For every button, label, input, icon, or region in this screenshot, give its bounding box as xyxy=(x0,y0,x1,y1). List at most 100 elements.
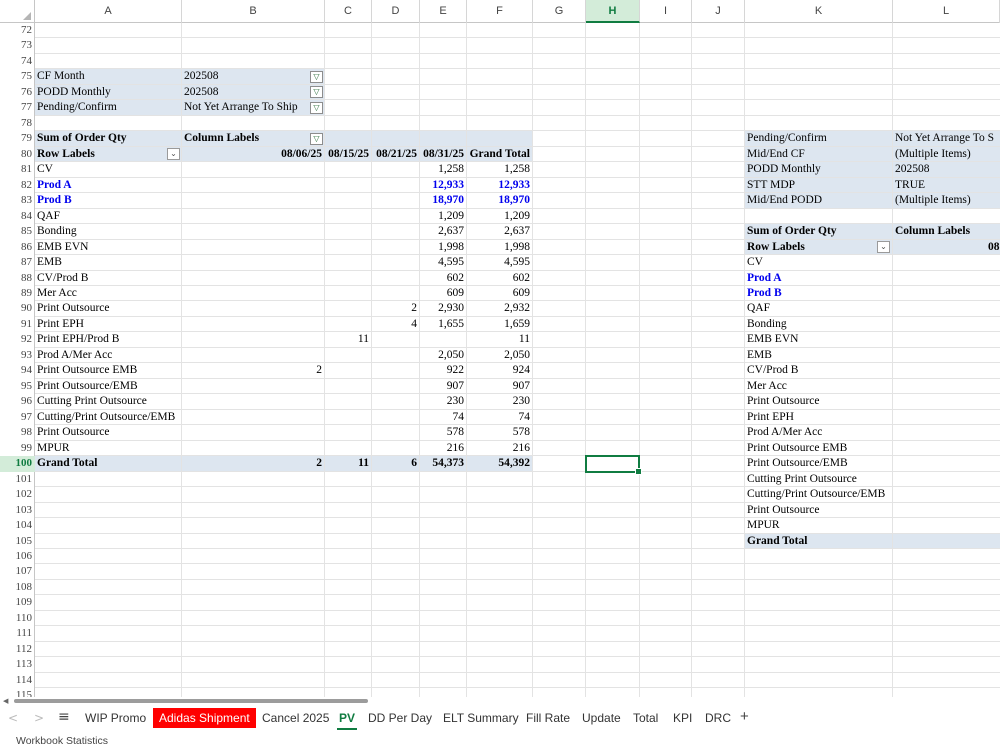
row-header-92[interactable]: 92 xyxy=(0,332,35,348)
sheet-tab-total[interactable]: Total xyxy=(627,708,664,728)
pivot2-row-label[interactable]: Cutting/Print Outsource/EMB xyxy=(747,487,890,503)
row-header-104[interactable]: 104 xyxy=(0,518,35,534)
row-header-108[interactable]: 108 xyxy=(0,580,35,596)
spreadsheet-grid[interactable]: A B C D E F G H I J K L 72 73 74 75 76 77 78 79 80 81 82 83 84 85… xyxy=(0,0,1000,697)
pivot-value[interactable]: 230 xyxy=(422,394,464,410)
pivot-value[interactable]: 1,209 xyxy=(469,209,530,225)
pivot-value[interactable]: 1,209 xyxy=(422,209,464,225)
row-header-115[interactable]: 115 xyxy=(0,688,35,697)
row-header-90[interactable]: 90 xyxy=(0,301,35,317)
row-header-80[interactable]: 80 xyxy=(0,147,35,163)
pivot2-filter-value[interactable]: (Multiple Items) xyxy=(895,193,1000,209)
column-header-j[interactable]: J xyxy=(692,0,745,23)
horizontal-scrollbar[interactable]: ◀ xyxy=(0,697,1000,705)
pivot-value[interactable]: 12,933 xyxy=(422,178,464,194)
row-header-105[interactable]: 105 xyxy=(0,534,35,550)
sheet-tab-dd-per-day[interactable]: DD Per Day xyxy=(362,708,438,728)
pivot2-row-label[interactable]: MPUR xyxy=(747,518,890,534)
pivot2-row-label[interactable]: Print EPH xyxy=(747,410,890,426)
pivot-value[interactable]: 609 xyxy=(422,286,464,302)
pivot-value[interactable]: 74 xyxy=(469,410,531,426)
pivot2-row-label[interactable]: EMB xyxy=(747,348,890,364)
pivot2-row-label[interactable]: Prod B xyxy=(747,286,890,302)
row-header-85[interactable]: 85 xyxy=(0,224,35,240)
pivot-column-date[interactable]: 08/15/25 xyxy=(327,147,369,163)
row-header-74[interactable]: 74 xyxy=(0,54,35,70)
pivot-value[interactable]: 1,998 xyxy=(422,240,464,256)
workbook-statistics[interactable]: Workbook Statistics xyxy=(16,735,108,747)
row-header-76[interactable]: 76 xyxy=(0,85,35,101)
pivot-value[interactable]: 907 xyxy=(469,379,530,395)
row-header-88[interactable]: 88 xyxy=(0,271,35,287)
grand-total-value[interactable]: 54,392 xyxy=(469,456,530,472)
pivot-value[interactable]: 18,970 xyxy=(422,193,464,209)
column-header-a[interactable]: A xyxy=(35,0,182,23)
pivot-row-label[interactable]: Prod A/Mer Acc xyxy=(37,348,179,364)
pivot-row-label[interactable]: Print EPH/Prod B xyxy=(37,332,179,348)
pivot2-row-label[interactable]: CV/Prod B xyxy=(747,363,890,379)
sheet-tab-kpi[interactable]: KPI xyxy=(667,708,698,728)
pivot-row-label[interactable]: CV xyxy=(37,162,179,178)
pivot2-row-label[interactable]: Print Outsource xyxy=(747,503,890,519)
row-header-114[interactable]: 114 xyxy=(0,673,35,689)
row-header-107[interactable]: 107 xyxy=(0,564,35,580)
pivot2-column-labels[interactable]: Column Labels xyxy=(895,224,997,240)
row-header-82[interactable]: 82 xyxy=(0,178,35,194)
pivot2-row-labels[interactable]: Row Labels xyxy=(747,240,890,256)
pivot-row-label[interactable]: Bonding xyxy=(37,224,179,240)
sheet-tab-fill-rate[interactable]: Fill Rate xyxy=(520,708,576,728)
grand-total-label[interactable]: Grand Total xyxy=(37,456,179,472)
filter-icon[interactable]: ▽ xyxy=(310,86,323,99)
pivot-value[interactable]: 602 xyxy=(422,271,464,287)
column-header-d[interactable]: D xyxy=(372,0,420,23)
grand-total-value[interactable]: 54,373 xyxy=(422,456,464,472)
pivot-value[interactable]: 578 xyxy=(469,425,530,441)
row-header-99[interactable]: 99 xyxy=(0,441,35,457)
filter-label[interactable]: CF Month xyxy=(37,69,179,85)
pivot-row-label[interactable]: Prod B xyxy=(37,193,179,209)
pivot-value[interactable]: 2 xyxy=(184,363,322,379)
row-header-101[interactable]: 101 xyxy=(0,472,35,488)
pivot-column-date[interactable]: 08/06/25 xyxy=(184,147,322,163)
row-header-106[interactable]: 106 xyxy=(0,549,35,565)
next-sheet-icon[interactable]: > xyxy=(34,711,44,725)
pivot2-row-label[interactable]: QAF xyxy=(747,301,890,317)
filter-value[interactable]: 202508 xyxy=(184,85,322,101)
row-header-98[interactable]: 98 xyxy=(0,425,35,441)
row-header-79[interactable]: 79 xyxy=(0,131,35,147)
pivot-value[interactable]: 2,637 xyxy=(422,224,464,240)
active-cell-h100[interactable] xyxy=(585,455,642,476)
row-header-75[interactable]: 75 xyxy=(0,69,35,85)
pivot-value[interactable]: 2,050 xyxy=(422,348,464,364)
row-header-111[interactable]: 111 xyxy=(0,626,35,642)
row-header-113[interactable]: 113 xyxy=(0,657,35,673)
pivot-row-label[interactable]: Prod A xyxy=(37,178,179,194)
pivot-value[interactable]: 907 xyxy=(422,379,464,395)
row-header-97[interactable]: 97 xyxy=(0,410,35,426)
row-header-89[interactable]: 89 xyxy=(0,286,35,302)
column-header-h[interactable]: H xyxy=(586,0,640,23)
pivot-row-label[interactable]: MPUR xyxy=(37,441,179,457)
pivot-value[interactable]: 2,637 xyxy=(469,224,530,240)
pivot-value[interactable]: 602 xyxy=(469,271,530,287)
filter-icon[interactable]: ▽ xyxy=(310,101,323,114)
pivot-row-label[interactable]: Print EPH xyxy=(37,317,179,333)
pivot2-filter-label[interactable]: STT MDP xyxy=(747,178,890,194)
sheet-tab-adidas-shipment[interactable]: Adidas Shipment xyxy=(153,708,256,728)
pivot2-filter-value[interactable]: Not Yet Arrange To S xyxy=(895,131,1000,147)
row-header-103[interactable]: 103 xyxy=(0,503,35,519)
pivot-column-date[interactable]: 08/21/25 xyxy=(374,147,417,163)
pivot-value[interactable]: 4,595 xyxy=(422,255,464,271)
row-header-93[interactable]: 93 xyxy=(0,348,35,364)
pivot-value[interactable]: 4 xyxy=(374,317,417,333)
scroll-thumb[interactable] xyxy=(14,699,368,703)
prev-sheet-icon[interactable]: < xyxy=(8,711,18,725)
grand-total-value[interactable]: 11 xyxy=(327,456,369,472)
column-header-k[interactable]: K xyxy=(745,0,893,23)
all-sheets-menu-icon[interactable]: ≡ xyxy=(58,709,70,725)
pivot-value[interactable]: 216 xyxy=(422,441,464,457)
pivot-column-labels[interactable]: Column Labels xyxy=(184,131,322,147)
column-header-g[interactable]: G xyxy=(533,0,586,23)
filter-label[interactable]: Pending/Confirm xyxy=(37,100,179,116)
pivot-row-labels[interactable]: Row Labels xyxy=(37,147,179,163)
